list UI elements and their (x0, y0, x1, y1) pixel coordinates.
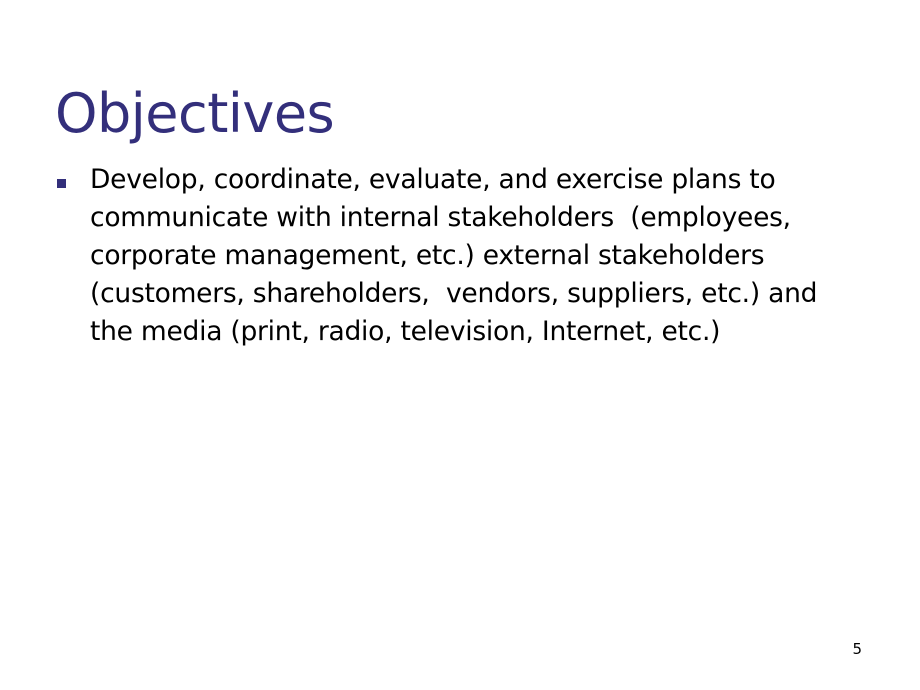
presentation-slide: Objectives Develop, coordinate, evaluate… (0, 0, 920, 690)
bullet-text: Develop, coordinate, evaluate, and exerc… (90, 164, 826, 347)
square-bullet-icon (57, 179, 66, 188)
list-item: Develop, coordinate, evaluate, and exerc… (52, 161, 864, 351)
slide-title: Objectives (55, 82, 335, 146)
page-number: 5 (852, 640, 862, 658)
slide-body: Develop, coordinate, evaluate, and exerc… (52, 161, 864, 351)
